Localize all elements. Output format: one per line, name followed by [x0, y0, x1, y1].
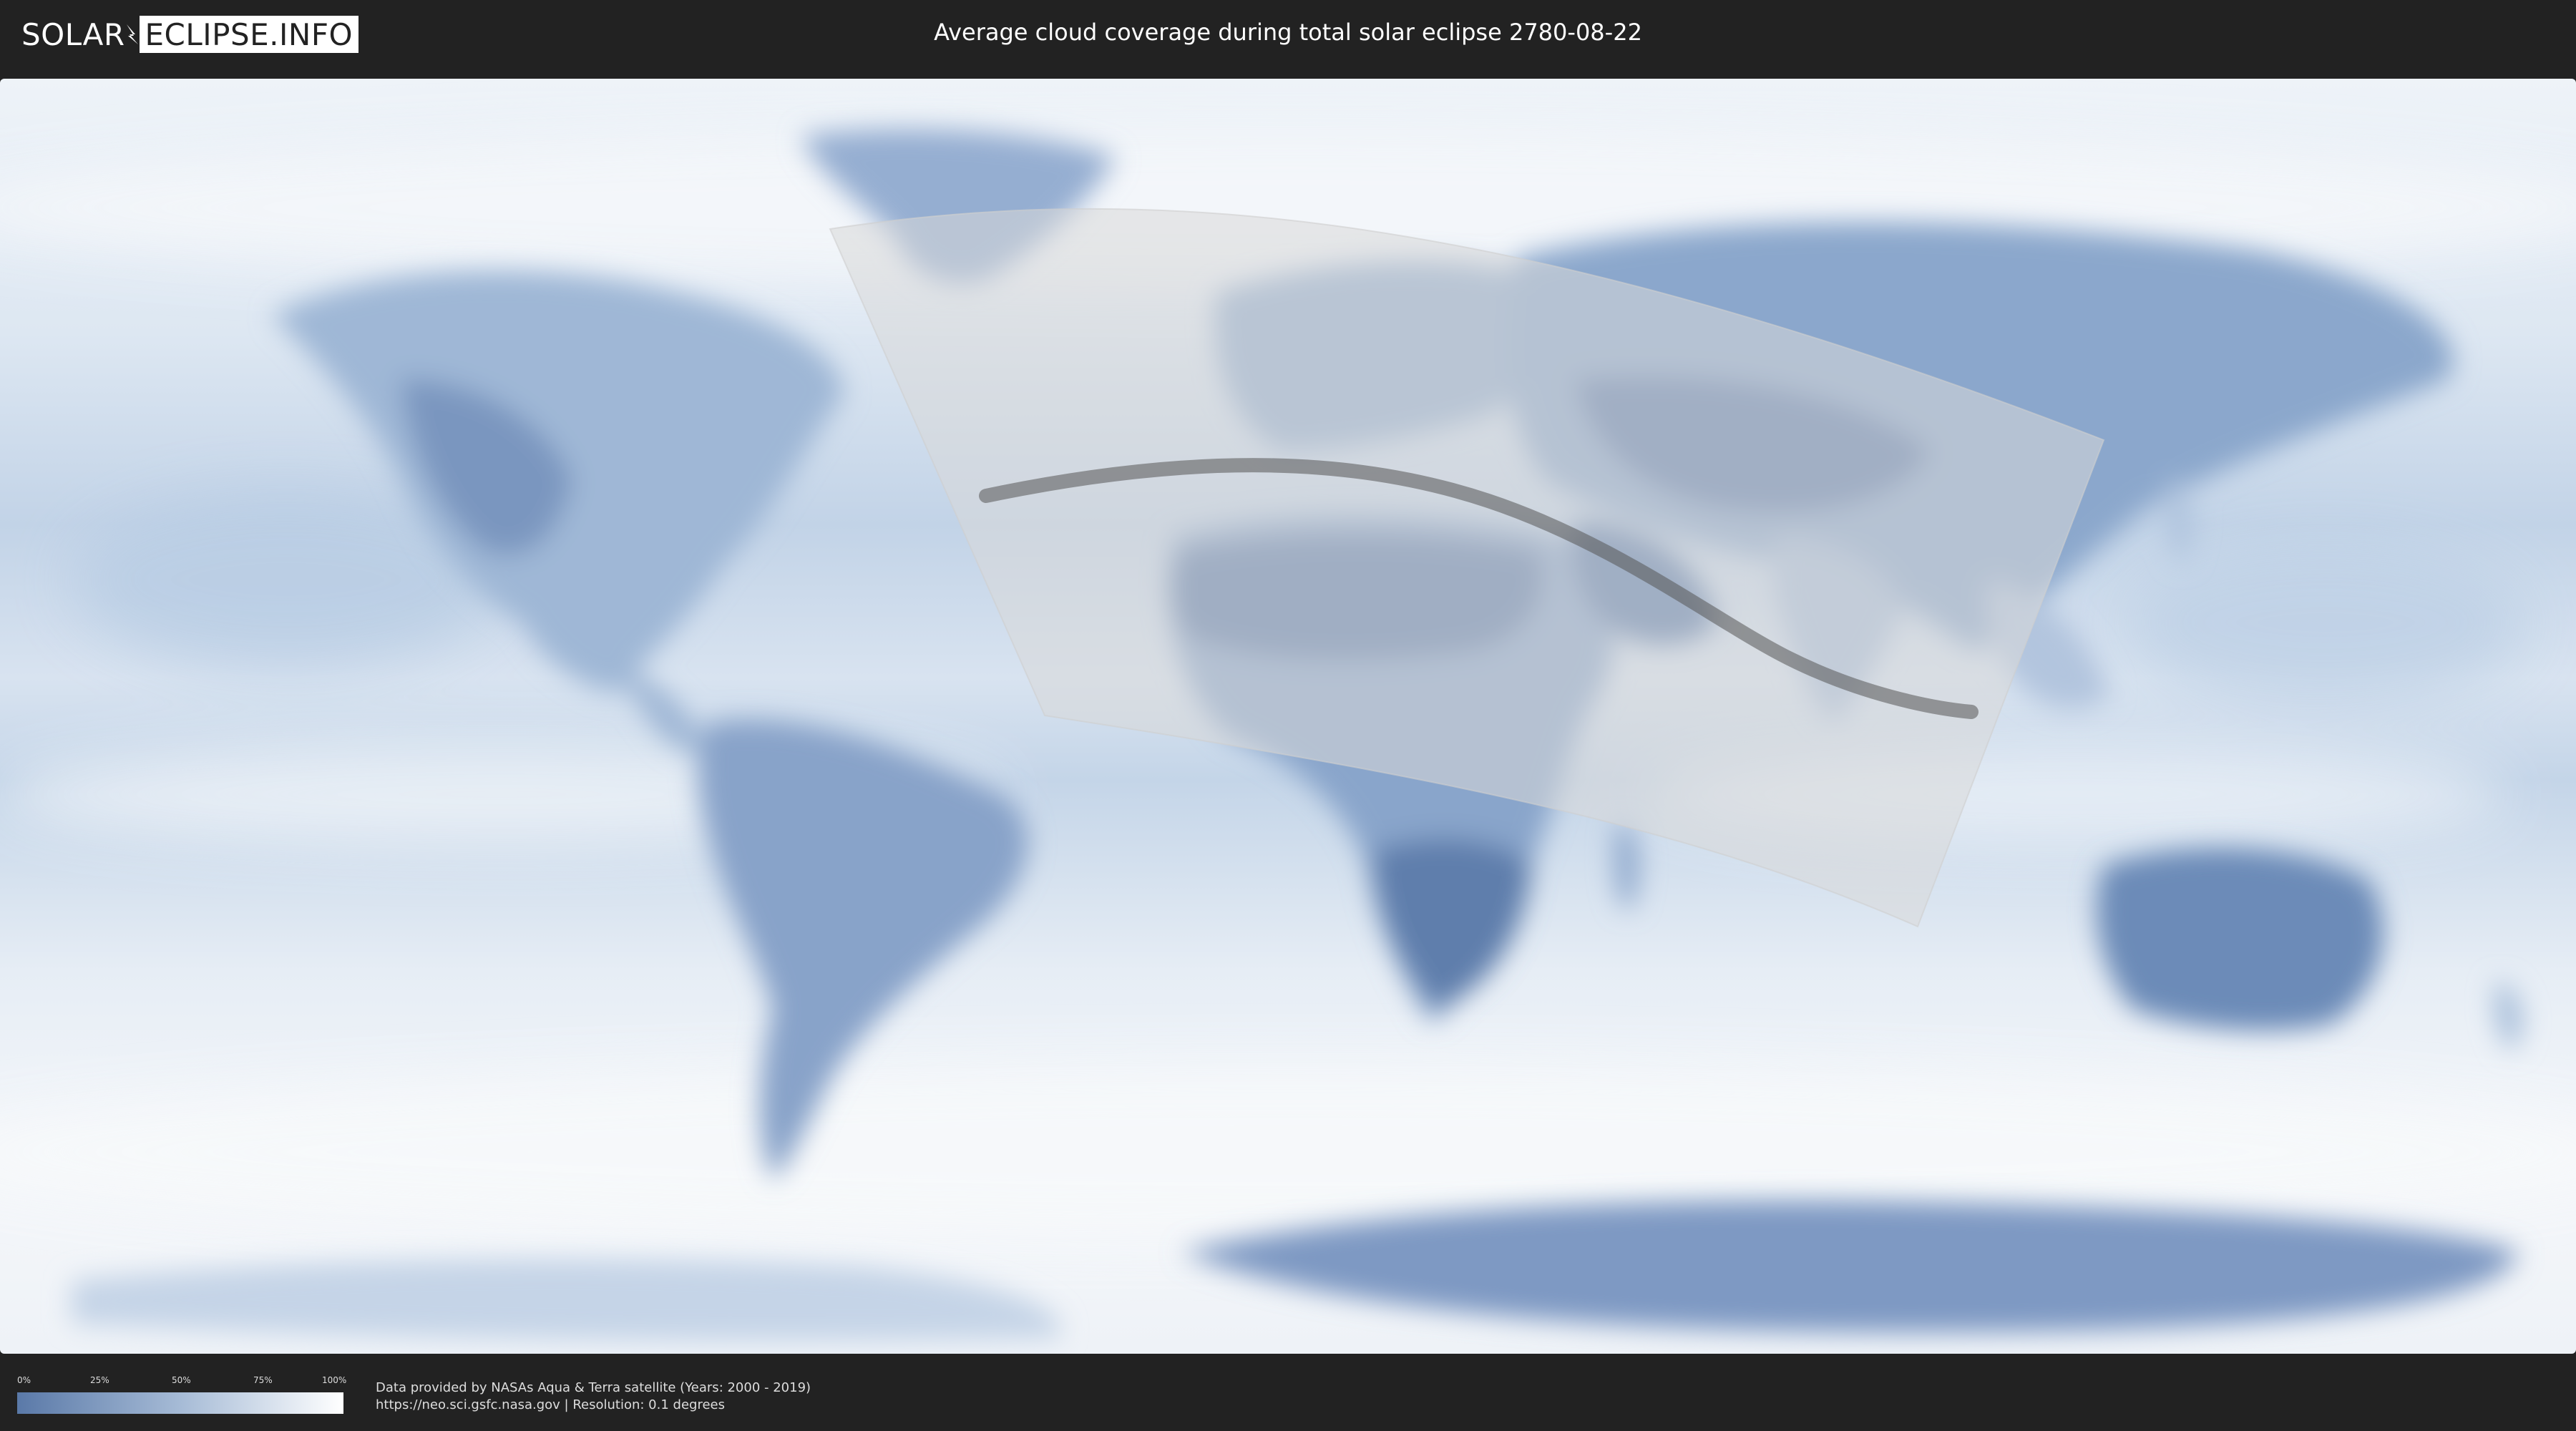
legend-tick-0: 0% — [17, 1375, 31, 1385]
australia — [2097, 848, 2384, 1031]
legend-color-bar — [17, 1392, 343, 1414]
legend-tick-75: 75% — [253, 1375, 273, 1385]
world-map-svg — [0, 79, 2576, 1354]
credits-line-1: Data provided by NASAs Aqua & Terra sate… — [376, 1380, 811, 1395]
header-bar: SOLAR ECLIPSE.INFO Average cloud coverag… — [0, 0, 2576, 72]
legend-tick-25: 25% — [90, 1375, 109, 1385]
cloud-coverage-map — [0, 79, 2576, 1354]
legend-tick-100: 100% — [322, 1375, 347, 1385]
page-title: Average cloud coverage during total sola… — [934, 19, 1642, 46]
data-credits: Data provided by NASAs Aqua & Terra sate… — [376, 1379, 811, 1414]
legend-tick-50: 50% — [172, 1375, 191, 1385]
legend-ticks: 0% 25% 50% 75% 100% — [17, 1375, 347, 1391]
credits-line-2: https://neo.sci.gsfc.nasa.gov | Resoluti… — [376, 1397, 725, 1412]
footer-bar: 0% 25% 50% 75% 100% Data provided by NAS… — [0, 1359, 2576, 1431]
cloud-coverage-legend: 0% 25% 50% 75% 100% — [17, 1375, 347, 1414]
